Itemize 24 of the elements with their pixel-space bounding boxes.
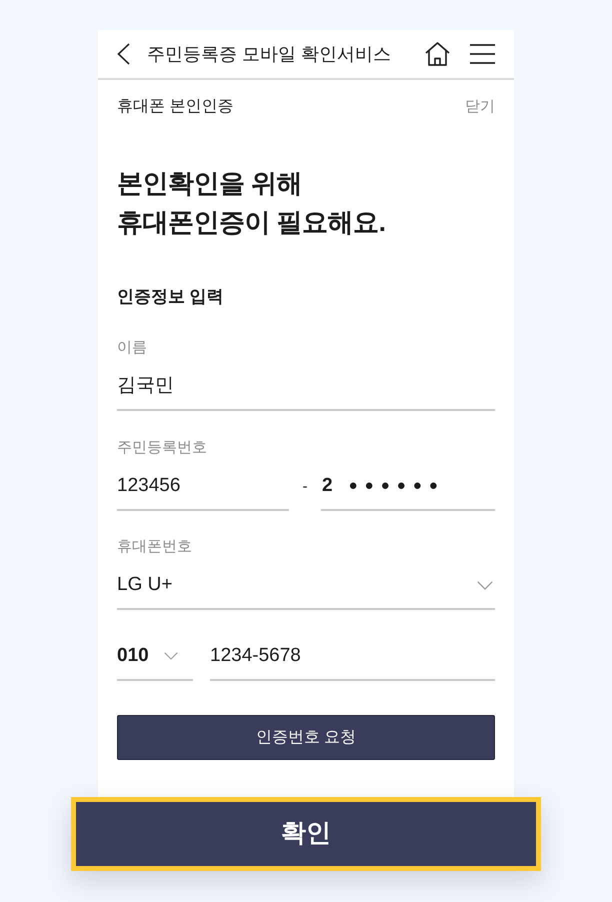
id-back-field[interactable]: 2 ●●●●●●	[321, 458, 495, 511]
menu-button[interactable]	[470, 44, 495, 64]
field-label: 주민등록번호	[117, 438, 208, 458]
back-icon	[117, 43, 130, 65]
confirm-button[interactable]: 확인	[71, 797, 541, 871]
section-title: 인증정보 입력	[117, 286, 225, 308]
field-label: 이름	[117, 338, 148, 358]
carrier-select[interactable]: LG U+	[117, 557, 495, 610]
sheet-title: 휴대폰 본인인증	[117, 97, 234, 117]
home-icon	[425, 42, 450, 66]
separator-dash: -	[302, 476, 308, 496]
name-field[interactable]: 김국민	[117, 358, 495, 411]
chevron-down-icon	[164, 652, 178, 660]
back-button[interactable]	[117, 43, 130, 65]
field-label: 휴대폰번호	[117, 537, 193, 557]
page-heading: 본인확인을 위해 휴대폰인증이 필요해요.	[117, 167, 386, 239]
menu-icon	[470, 44, 495, 64]
chevron-down-icon	[477, 580, 493, 590]
header-title: 주민등록증 모바일 확인서비스	[147, 43, 392, 66]
request-code-button[interactable]: 인증번호 요청	[117, 715, 495, 760]
prefix-select[interactable]: 010	[117, 628, 193, 681]
home-button[interactable]	[425, 42, 450, 66]
phone-number-field[interactable]: 1234-5678	[210, 628, 495, 681]
id-front-field[interactable]: 123456	[117, 458, 289, 511]
